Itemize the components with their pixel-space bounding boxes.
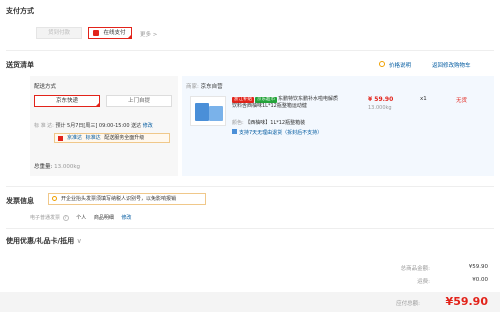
- coupon-title: 使用优惠/礼品卡/抵用: [6, 237, 75, 245]
- info-icon: [379, 61, 385, 67]
- product-price: ¥ 59.90: [368, 96, 394, 103]
- standard-delivery-row: 标 准 达: 预计 5月7日[周三] 09:00-15:00 送达 修改: [34, 122, 153, 129]
- online-pay-icon: [93, 30, 99, 36]
- invoice-edit-link[interactable]: 修改: [121, 215, 131, 221]
- invoice-notice: 开企业抬头发票须填写纳税人识别号，以免影响报销: [48, 193, 206, 205]
- standard-delivery-label: 标 准 达:: [34, 123, 54, 129]
- chevron-down-icon: ∨: [76, 237, 82, 245]
- total-weight-row: 总重量: 13.000kg: [34, 162, 80, 170]
- divider: [6, 228, 494, 229]
- payable-bar: 应付总额: ¥59.90: [0, 292, 500, 312]
- freight-value: ¥0.00: [472, 277, 488, 283]
- standard-delivery-time: 预计 5月7日[周三] 09:00-15:00 送达: [55, 123, 142, 129]
- divider: [6, 50, 494, 51]
- shipping-method-title: 配送方式: [34, 84, 57, 90]
- invoice-title: 发票信息: [6, 197, 34, 205]
- total-amount-value: ¥59.90: [468, 264, 488, 270]
- coupon-toggle[interactable]: 使用优惠/礼品卡/抵用 ∨: [6, 236, 82, 246]
- seller-name: 京东自营: [200, 84, 223, 90]
- product-box-shape: [209, 106, 223, 121]
- payment-online-button[interactable]: 在线支付: [88, 27, 132, 39]
- product-image[interactable]: [190, 96, 226, 126]
- bar-bzd: 标准达: [85, 135, 101, 141]
- delivery-truck-icon: [58, 136, 63, 141]
- bar-upgrade: 配送服务全面升级: [104, 135, 145, 141]
- bar-jzd: 京准达: [67, 135, 83, 141]
- product-bottle-shape: [195, 103, 209, 121]
- total-weight-label: 总重量:: [34, 164, 53, 170]
- product-color-row: 颜色: 【西柚味】1L*12瓶整箱装: [232, 119, 305, 126]
- invoice-notice-text: 开企业抬头发票须填写纳税人识别号，以免影响报销: [61, 196, 177, 202]
- payable-label: 应付总额:: [396, 301, 420, 307]
- freight-label: 运费:: [417, 279, 430, 285]
- help-icon[interactable]: ?: [62, 215, 69, 221]
- shipping-pickup-button[interactable]: 上门自提: [106, 95, 172, 107]
- invoice-detail-row: 电子普通发票 ? 个人 商品明细 修改: [30, 214, 131, 221]
- shipping-jd-button[interactable]: 京东快递: [34, 95, 100, 107]
- total-amount-label: 总商品金额:: [400, 266, 430, 272]
- payable-value: ¥59.90: [445, 295, 488, 308]
- color-label: 颜色:: [232, 120, 244, 126]
- payment-title: 支付方式: [6, 7, 34, 15]
- product-panel: 商家: 京东自营 浙江补贴 京东超市 东鹏特饮东鹏补水啦电解质饮料含西柚味1L*12…: [182, 76, 494, 176]
- invoice-person: 个人: [76, 215, 87, 221]
- product-title-block[interactable]: 浙江补贴 京东超市 东鹏特饮东鹏补水啦电解质饮料含西柚味1L*12瓶整箱运动健: [232, 96, 338, 110]
- service-text: 支持7天无理由退货（拆封后不支持）: [239, 130, 323, 136]
- seller-row: 商家: 京东自营: [186, 82, 223, 90]
- color-value: 【西柚味】1L*12瓶整箱装: [245, 120, 306, 126]
- back-to-cart-link[interactable]: 返回修改购物车: [432, 61, 471, 69]
- delivery-upgrade-bar[interactable]: 京准达 标准达 配送服务全面升级: [54, 133, 170, 143]
- product-service-row[interactable]: 支持7天无理由退货（拆封后不支持）: [232, 129, 322, 136]
- invoice-detail: 商品明细: [93, 215, 114, 221]
- price-note-link[interactable]: 价格说明: [389, 61, 411, 69]
- seller-label: 商家:: [186, 84, 199, 90]
- product-quantity: x1: [420, 96, 427, 102]
- divider: [6, 186, 494, 187]
- service-icon: [232, 129, 237, 134]
- payment-cod-button[interactable]: 货到付款: [36, 27, 82, 39]
- delivery-time-edit-link[interactable]: 修改: [143, 123, 153, 129]
- shipping-panel: 配送方式 京东快递 上门自提 标 准 达: 预计 5月7日[周三] 09:00-…: [30, 76, 178, 176]
- delivery-title: 送货清单: [6, 61, 34, 69]
- payment-more-link[interactable]: 更多 >: [140, 30, 157, 38]
- product-weight: 13.000kg: [368, 105, 392, 111]
- payment-online-label: 在线支付: [103, 30, 126, 36]
- total-weight-value: 13.000kg: [54, 164, 81, 170]
- stock-status: 无货: [456, 98, 468, 104]
- notice-icon: [52, 196, 57, 201]
- invoice-type: 电子普通发票: [30, 215, 61, 221]
